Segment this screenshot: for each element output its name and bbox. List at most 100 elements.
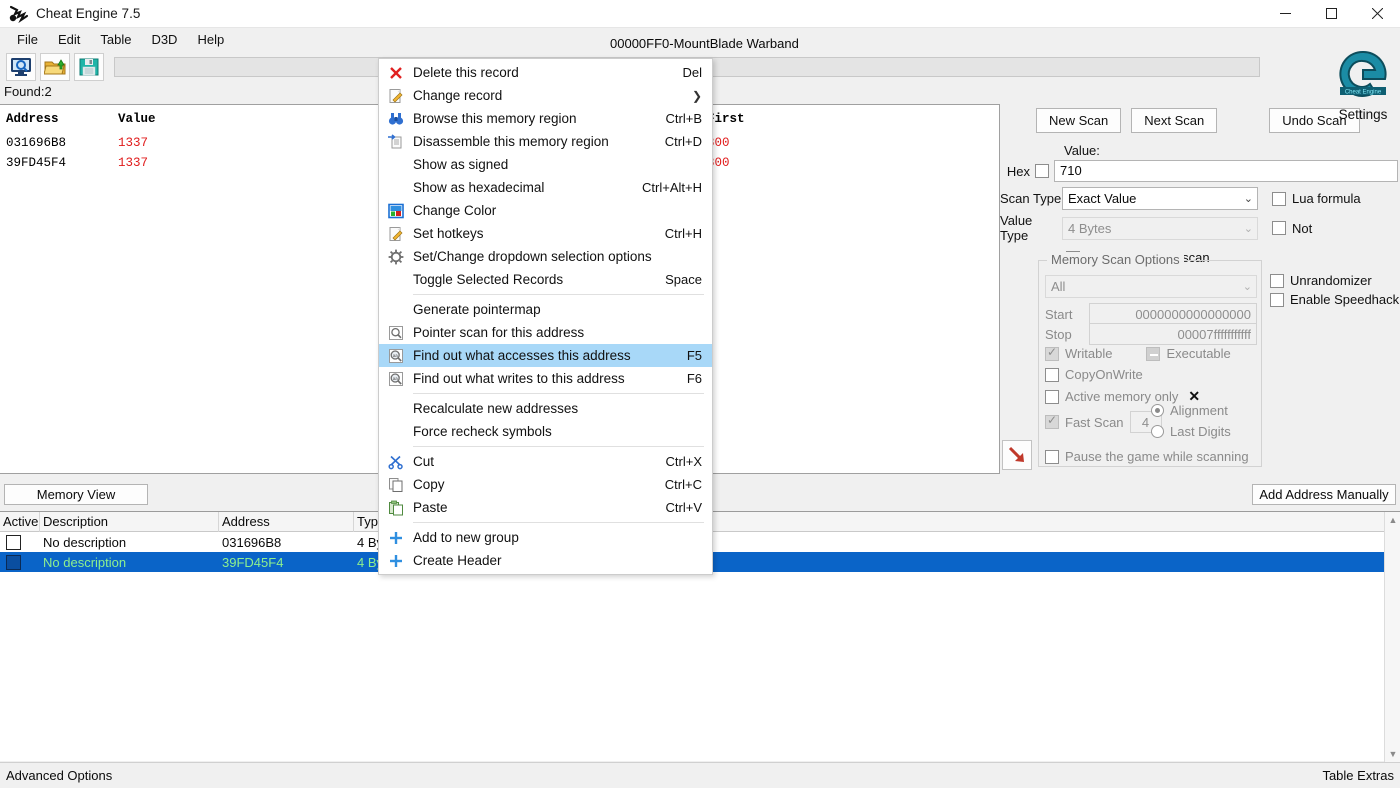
menu-item-force-recheck-symbols[interactable]: Force recheck symbols [379, 420, 712, 443]
menu-table[interactable]: Table [91, 30, 140, 49]
menu-item-cut[interactable]: CutCtrl+X [379, 450, 712, 473]
open-process-icon[interactable] [6, 53, 36, 81]
menu-item-find-out-what-accesses-this-address[interactable]: aaFind out what accesses this addressF5 [379, 344, 712, 367]
row-active-checkbox[interactable] [0, 532, 40, 552]
open-folder-icon[interactable] [40, 53, 70, 81]
add-address-manually-button[interactable]: Add Address Manually [1252, 484, 1396, 505]
menu-item-show-as-hexadecimal[interactable]: Show as hexadecimalCtrl+Alt+H [379, 176, 712, 199]
row-address[interactable]: 031696B8 [219, 532, 354, 552]
column-header-first[interactable]: First [707, 109, 848, 133]
unrandomizer-checkbox[interactable] [1270, 274, 1284, 288]
plus-icon [379, 549, 413, 572]
lua-formula-label: Lua formula [1292, 191, 1361, 206]
fast-scan-checkbox[interactable] [1045, 415, 1059, 429]
menu-file[interactable]: File [8, 30, 47, 49]
menu-item-browse-this-memory-region[interactable]: Browse this memory regionCtrl+B [379, 107, 712, 130]
not-checkbox[interactable] [1272, 221, 1286, 235]
enable-speedhack-checkbox[interactable] [1270, 293, 1284, 307]
scan-value-input[interactable]: 710 [1054, 160, 1398, 182]
column-header-active[interactable]: Active [0, 512, 40, 532]
row-description[interactable]: No description [40, 532, 219, 552]
add-to-table-arrow-button[interactable] [1002, 440, 1032, 470]
result-address-cell[interactable]: 031696B8 [6, 133, 118, 153]
menu-item-generate-pointermap[interactable]: Generate pointermap [379, 298, 712, 321]
row-address[interactable]: 39FD45F4 [219, 552, 354, 572]
menu-item-paste[interactable]: PasteCtrl+V [379, 496, 712, 519]
settings-button[interactable]: Cheat Engine Settings [1330, 48, 1396, 122]
menu-d3d[interactable]: D3D [142, 30, 186, 49]
menu-item-shortcut: Ctrl+H [665, 226, 702, 241]
record-context-menu[interactable]: Delete this recordDelChange record❯Brows… [378, 58, 713, 575]
menu-item-find-out-what-writes-to-this-address[interactable]: aaFind out what writes to this addressF6 [379, 367, 712, 390]
table-extras-link[interactable]: Table Extras [1322, 768, 1394, 783]
memory-region-select[interactable]: All ⌄ [1045, 275, 1257, 298]
menu-item-change-record[interactable]: Change record❯ [379, 84, 712, 107]
last-digits-radio[interactable] [1151, 425, 1164, 438]
start-address-input[interactable]: 0000000000000000 [1089, 303, 1257, 325]
menu-item-set-hotkeys[interactable]: Set hotkeysCtrl+H [379, 222, 712, 245]
menu-item-change-color[interactable]: Change Color [379, 199, 712, 222]
save-floppy-icon[interactable] [74, 53, 104, 81]
active-memory-only-checkbox[interactable] [1045, 390, 1059, 404]
new-scan-button[interactable]: New Scan [1036, 108, 1121, 133]
menu-item-label: Toggle Selected Records [413, 272, 653, 287]
menu-item-create-header[interactable]: Create Header [379, 549, 712, 572]
magnifier-icon [379, 321, 413, 344]
scroll-down-arrow-icon[interactable]: ▼ [1385, 746, 1400, 762]
stop-address-input[interactable]: 00007fffffffffff [1089, 323, 1257, 345]
result-first-cell[interactable]: 800 [707, 133, 848, 153]
menu-item-set-change-dropdown-selection-options[interactable]: Set/Change dropdown selection options [379, 245, 712, 268]
menu-item-show-as-signed[interactable]: Show as signed [379, 153, 712, 176]
column-header-description[interactable]: Description [40, 512, 219, 532]
chevron-down-icon: ⌄ [1244, 192, 1253, 205]
lua-formula-checkbox[interactable] [1272, 192, 1286, 206]
value-label: Value: [1000, 143, 1400, 158]
result-first-cell[interactable]: 800 [707, 153, 848, 173]
column-header-address[interactable]: Address [219, 512, 354, 532]
column-header-address[interactable]: Address [6, 109, 118, 133]
scroll-up-arrow-icon[interactable]: ▲ [1385, 512, 1400, 528]
alignment-radio[interactable] [1151, 404, 1164, 417]
window-title: Cheat Engine 7.5 [36, 6, 140, 21]
cheat-table-scrollbar[interactable]: ▲ ▼ [1384, 512, 1400, 762]
magnifier-write-icon: aa [379, 367, 413, 390]
result-value-cell[interactable]: 1337 [118, 153, 248, 173]
close-icon[interactable] [1354, 0, 1400, 28]
no-icon [379, 268, 413, 291]
menu-item-label: Create Header [413, 553, 702, 568]
menu-item-delete-this-record[interactable]: Delete this recordDel [379, 61, 712, 84]
menu-item-pointer-scan-for-this-address[interactable]: Pointer scan for this address [379, 321, 712, 344]
executable-checkbox[interactable] [1146, 347, 1160, 361]
writable-checkbox[interactable] [1045, 347, 1059, 361]
value-type-select[interactable]: 4 Bytes ⌄ [1062, 217, 1258, 240]
delete-x-icon [379, 61, 413, 84]
row-description[interactable]: No description [40, 552, 219, 572]
copyonwrite-checkbox[interactable] [1045, 368, 1059, 382]
menu-item-toggle-selected-records[interactable]: Toggle Selected RecordsSpace [379, 268, 712, 291]
hex-checkbox[interactable] [1035, 164, 1049, 178]
magnifier-access-icon: aa [379, 344, 413, 367]
menu-item-copy[interactable]: CopyCtrl+C [379, 473, 712, 496]
pause-game-checkbox[interactable] [1045, 450, 1059, 464]
maximize-icon[interactable] [1308, 0, 1354, 28]
menu-edit[interactable]: Edit [49, 30, 89, 49]
scan-type-select[interactable]: Exact Value ⌄ [1062, 187, 1258, 210]
advanced-options-link[interactable]: Advanced Options [6, 768, 112, 783]
menu-separator [413, 446, 704, 447]
result-value-cell[interactable]: 1337 [118, 133, 248, 153]
minimize-icon[interactable] [1262, 0, 1308, 28]
menu-item-recalculate-new-addresses[interactable]: Recalculate new addresses [379, 397, 712, 420]
column-header-value[interactable]: Value [118, 109, 248, 133]
alignment-label: Alignment [1170, 403, 1228, 418]
menu-item-shortcut: Ctrl+X [666, 454, 702, 469]
menu-item-disassemble-this-memory-region[interactable]: Disassemble this memory regionCtrl+D [379, 130, 712, 153]
plus-icon [379, 526, 413, 549]
row-active-checkbox[interactable] [0, 552, 40, 572]
memory-view-button[interactable]: Memory View [4, 484, 148, 505]
settings-label: Settings [1330, 107, 1396, 122]
menu-help[interactable]: Help [188, 30, 233, 49]
result-address-cell[interactable]: 39FD45F4 [6, 153, 118, 173]
next-scan-button[interactable]: Next Scan [1131, 108, 1217, 133]
memory-region-value: All [1051, 279, 1065, 294]
menu-item-add-to-new-group[interactable]: Add to new group [379, 526, 712, 549]
